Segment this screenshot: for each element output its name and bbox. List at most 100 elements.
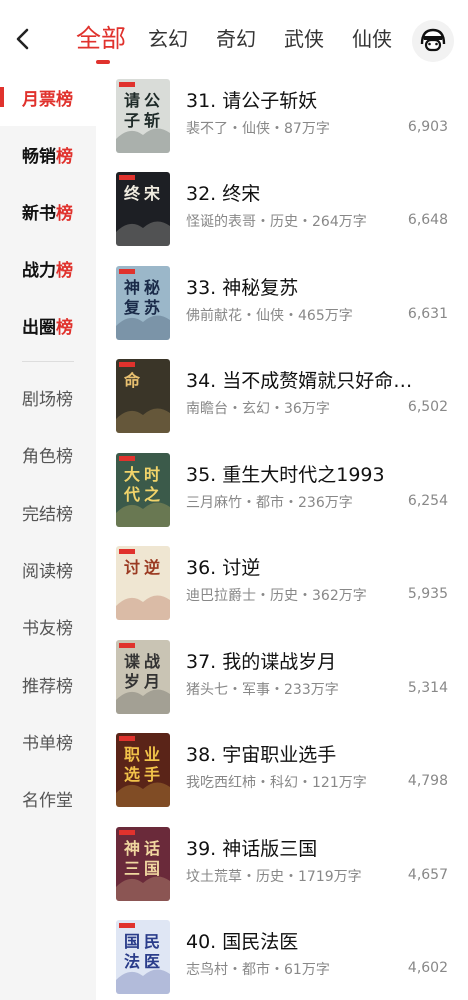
- cover-title-glyph: 医: [144, 952, 160, 971]
- cover-publisher-badge: [119, 456, 135, 461]
- book-title: 33. 神秘复苏: [186, 277, 299, 299]
- book-row[interactable]: 国民法医 40. 国民法医 志鸟村・都市・61万字 4,602: [96, 909, 468, 1000]
- book-cover: 请公子斩: [116, 79, 170, 153]
- tab-all[interactable]: 全部: [76, 22, 126, 64]
- book-cover: 命: [116, 359, 170, 433]
- cover-title-glyph: 命: [123, 371, 141, 390]
- sidebar-item-hall-of-fame[interactable]: 名作堂: [0, 769, 96, 827]
- book-cover: 神秘复苏: [116, 266, 170, 340]
- sidebar-divider: [22, 361, 74, 362]
- ticket-count: 6,631: [407, 306, 448, 322]
- cover-title-glyph: 职: [124, 745, 140, 764]
- tab-xuanhuan[interactable]: 玄幻: [148, 22, 188, 56]
- ticket-count: 5,935: [407, 586, 448, 602]
- cover-title-glyph: 岁: [124, 672, 140, 691]
- book-title: 32. 终宋: [186, 183, 261, 205]
- tab-wuxia[interactable]: 武侠: [284, 22, 324, 56]
- cover-publisher-badge: [119, 736, 135, 741]
- sidebar-item-power[interactable]: 战力榜: [0, 239, 96, 297]
- back-arrow-icon[interactable]: [10, 24, 36, 54]
- book-row[interactable]: 神话三国 39. 神话版三国 坟土荒草・历史・1719万字 4,657: [96, 816, 468, 910]
- sidebar-item-label: 推荐榜: [22, 676, 73, 697]
- cover-title-glyph: 代: [123, 485, 140, 504]
- ticket-count: 6,254: [407, 493, 448, 509]
- sidebar-item-monthly-ticket[interactable]: 月票榜: [0, 68, 96, 126]
- cover-title-glyph: 之: [144, 485, 160, 504]
- sidebar-item-label-suffix: 榜: [56, 260, 73, 281]
- cover-title-glyph: 公: [144, 91, 160, 110]
- sidebar-item-booklist[interactable]: 书单榜: [0, 712, 96, 770]
- book-cover-art: 神话三国: [116, 827, 170, 901]
- cover-publisher-badge: [119, 269, 135, 274]
- sidebar-item-label-suffix: 榜: [56, 146, 73, 167]
- cover-publisher-badge: [119, 830, 135, 835]
- cover-title-glyph: 子: [124, 111, 140, 130]
- sidebar-item-readers[interactable]: 书友榜: [0, 597, 96, 655]
- cover-publisher-badge: [119, 549, 135, 554]
- sidebar-item-character[interactable]: 角色榜: [0, 425, 96, 483]
- cover-publisher-badge: [119, 175, 135, 180]
- book-cover: 谍战岁月: [116, 640, 170, 714]
- cover-title-glyph: 谍: [124, 652, 140, 671]
- sidebar-item-label: 剧场榜: [22, 389, 73, 410]
- book-cover-art: 大时代之: [116, 453, 170, 527]
- cover-title-glyph: 秘: [144, 278, 160, 297]
- book-meta: 怪诞的表哥・历史・264万字: [186, 214, 367, 230]
- book-meta: 南瞻台・玄幻・36万字: [186, 401, 330, 417]
- book-meta: 佛前献花・仙侠・465万字: [186, 308, 353, 324]
- cover-title-glyph: 大: [124, 465, 140, 484]
- sidebar-item-new-books[interactable]: 新书榜: [0, 182, 96, 240]
- cover-title-glyph: 请: [124, 91, 140, 110]
- tab-qihuan[interactable]: 奇幻: [216, 22, 256, 56]
- cover-title-glyph: 神: [124, 839, 140, 858]
- sidebar-item-reading[interactable]: 阅读榜: [0, 540, 96, 598]
- cover-title-glyph: 苏: [144, 298, 160, 317]
- book-title: 36. 讨逆: [186, 557, 261, 579]
- book-cover: 大时代之: [116, 453, 170, 527]
- sidebar-item-label: 完结榜: [22, 504, 73, 525]
- book-title: 31. 请公子斩妖: [186, 90, 318, 112]
- cover-title-glyph: 三: [124, 859, 140, 878]
- book-row[interactable]: 谍战岁月 37. 我的谍战岁月 猪头七・军事・233万字 5,314: [96, 629, 468, 723]
- book-row[interactable]: 终宋 32. 终宋 怪诞的表哥・历史・264万字 6,648: [96, 161, 468, 255]
- sidebar-item-theater[interactable]: 剧场榜: [0, 368, 96, 426]
- book-meta: 裴不了・仙侠・87万字: [186, 121, 330, 137]
- book-row[interactable]: 请公子斩 31. 请公子斩妖 裴不了・仙侠・87万字 6,903: [96, 68, 468, 162]
- sidebar-item-label: 出圈: [22, 317, 56, 338]
- sidebar-item-completed[interactable]: 完结榜: [0, 483, 96, 541]
- cover-publisher-badge: [119, 643, 135, 648]
- book-row[interactable]: 大时代之 35. 重生大时代之1993 三月麻竹・都市・236万字 6,254: [96, 442, 468, 536]
- book-title: 40. 国民法医: [186, 931, 299, 953]
- sidebar-item-label: 书单榜: [22, 733, 73, 754]
- book-meta: 猪头七・军事・233万字: [186, 682, 339, 698]
- cover-title-glyph: 讨: [124, 558, 140, 577]
- book-meta: 坟土荒草・历史・1719万字: [186, 869, 362, 885]
- book-cover: 终宋: [116, 172, 170, 246]
- sidebar-item-breakout[interactable]: 出圈榜: [0, 296, 96, 354]
- book-ranking-list: 请公子斩 31. 请公子斩妖 裴不了・仙侠・87万字 6,903 终宋 32. …: [96, 68, 468, 1000]
- book-row[interactable]: 神秘复苏 33. 神秘复苏 佛前献花・仙侠・465万字 6,631: [96, 255, 468, 349]
- user-avatar-icon[interactable]: [412, 20, 454, 62]
- sidebar-item-bestseller[interactable]: 畅销榜: [0, 125, 96, 183]
- book-meta: 迪巴拉爵士・历史・362万字: [186, 588, 367, 604]
- book-cover-art: 职业选手: [116, 733, 170, 807]
- cover-publisher-badge: [119, 923, 135, 928]
- book-meta: 我吃西红柿・科幻・121万字: [186, 775, 367, 791]
- cover-title-glyph: 国: [144, 859, 160, 878]
- book-row[interactable]: 职业选手 38. 宇宙职业选手 我吃西红柿・科幻・121万字 4,798: [96, 722, 468, 816]
- book-title: 38. 宇宙职业选手: [186, 744, 337, 766]
- sidebar-item-label: 阅读榜: [22, 561, 73, 582]
- book-row[interactable]: 讨逆 36. 讨逆 迪巴拉爵士・历史・362万字 5,935: [96, 535, 468, 629]
- cover-publisher-badge: [119, 82, 135, 87]
- cover-title-glyph: 月: [143, 672, 160, 691]
- cover-title-glyph: 斩: [144, 111, 160, 130]
- tab-xianxia[interactable]: 仙侠: [352, 22, 392, 56]
- book-row[interactable]: 命 34. 当不成赘婿就只好命… 南瞻台・玄幻・36万字 6,502: [96, 348, 468, 442]
- sidebar-item-label: 畅销: [22, 146, 56, 167]
- book-title: 34. 当不成赘婿就只好命…: [186, 370, 413, 392]
- sidebar-item-recommend[interactable]: 推荐榜: [0, 655, 96, 713]
- ticket-count: 4,602: [407, 960, 448, 976]
- book-cover: 职业选手: [116, 733, 170, 807]
- book-meta: 志鸟村・都市・61万字: [186, 962, 330, 978]
- book-cover-art: 终宋: [116, 172, 170, 246]
